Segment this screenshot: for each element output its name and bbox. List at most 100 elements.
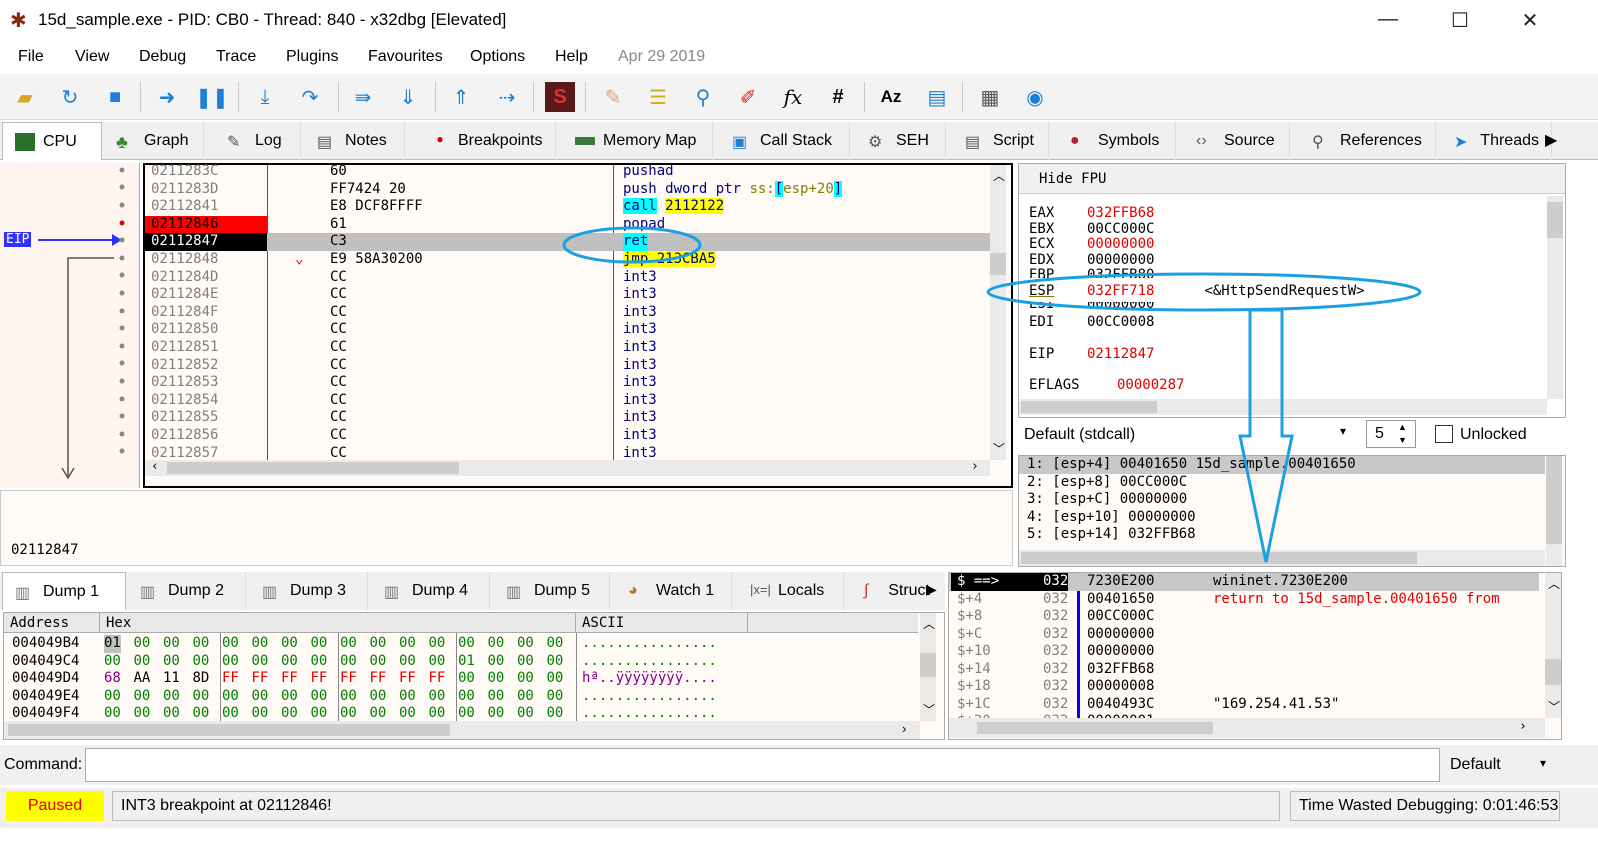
dump-byte[interactable]: 00 [281,653,298,671]
step-over-icon[interactable]: ↷ [295,82,325,112]
dump-byte[interactable]: 00 [547,635,564,653]
dump-byte[interactable]: 00 [163,688,180,706]
tab-dump-2[interactable]: ▥ Dump 2 [128,572,246,610]
dump-byte[interactable]: 00 [163,635,180,653]
hash-icon[interactable]: # [823,82,853,112]
dump-byte[interactable]: 00 [458,705,475,723]
register-eflags[interactable]: EFLAGS 00000287 [1029,378,1184,393]
tab-threads[interactable]: ➤ Threads [1442,122,1552,160]
tab-breakpoints[interactable]: ● Breakpoints [418,122,556,160]
dump-vscroll[interactable]: ︿ ﹀ [920,613,936,721]
stack-view[interactable]: $ ==> 032 7230E200 wininet.7230E200 $+4 032 00… [948,572,1562,740]
tab-notes[interactable]: ▤ Notes [305,122,405,160]
dump-byte[interactable]: FF [340,670,357,688]
run-to-user-code-icon[interactable]: ⇢ [492,82,522,112]
dump-byte[interactable]: 00 [311,688,328,706]
dump-byte[interactable]: FF [399,670,416,688]
disasm-row[interactable]: 02112855 CC int3 [145,409,990,427]
tab-dump-4[interactable]: ▥ Dump 4 [372,572,490,610]
dump-byte[interactable]: 00 [517,670,534,688]
dump-byte[interactable]: 11 [163,670,180,688]
dump-row-ascii[interactable]: ................ [582,688,717,706]
arg-row[interactable]: 2: [esp+8] 00CC000C [1027,474,1187,492]
dump-byte[interactable]: 00 [429,705,446,723]
menu-options[interactable]: Options [470,48,525,66]
dump-row-ascii[interactable]: hª..ÿÿÿÿÿÿÿÿ.... [582,670,717,688]
dump-byte[interactable]: 00 [340,653,357,671]
stack-row[interactable]: $ ==> 032 7230E200 wininet.7230E200 [949,573,1539,591]
dump-byte[interactable]: 00 [488,705,505,723]
stack-row[interactable]: $+14 032 032FFB68 [949,661,1539,679]
dump-byte[interactable]: FF [222,670,239,688]
menu-view[interactable]: View [75,48,109,66]
disasm-row[interactable]: 02112852 CC int3 [145,357,990,375]
register-eax[interactable]: EAX 032FFB68 [1029,206,1154,221]
disasm-row[interactable]: 02112853 CC int3 [145,374,990,392]
dump-tabs-scroll-icon[interactable]: ▶ [926,581,937,598]
disasm-row[interactable]: 0211283C 60 pushad [145,163,990,181]
close-button[interactable]: ✕ [1510,8,1550,33]
script-icon[interactable]: ▤ [922,82,952,112]
calculator-icon[interactable]: ▦ [975,82,1005,112]
register-eip[interactable]: EIP 02112847 [1029,347,1154,362]
disassembly-view[interactable]: 0211283C 60 pushad 0211283D FF7424 20 push d… [143,163,1013,488]
execute-till-return-icon[interactable]: ⇑ [446,82,476,112]
tab-watch-1[interactable]: ◕ Watch 1 [616,572,732,610]
dump-byte[interactable]: 00 [458,688,475,706]
dump-row-ascii[interactable]: ................ [582,635,717,653]
dump-byte[interactable]: 00 [429,688,446,706]
tab-dump-1[interactable]: ▥ Dump 1 [2,572,126,610]
menu-favourites[interactable]: Favourites [368,48,443,66]
restart-icon[interactable]: ↻ [55,82,85,112]
dump-byte[interactable]: 00 [547,688,564,706]
tab-source[interactable]: ‹› Source [1184,122,1290,160]
disasm-hscroll[interactable]: ‹ › [145,459,990,476]
tab-seh[interactable]: ⚙ SEH [856,122,946,160]
command-mode-select[interactable]: Default [1450,756,1501,774]
arg-row[interactable]: 3: [esp+C] 00000000 [1027,491,1187,509]
dump-byte[interactable]: 00 [252,705,269,723]
register-ebx[interactable]: EBX 00CC000C [1029,221,1154,237]
dump-byte[interactable]: 00 [281,688,298,706]
disasm-row[interactable]: 02112854 CC int3 [145,392,990,410]
menu-file[interactable]: File [18,48,44,66]
dump-byte[interactable]: 00 [547,705,564,723]
dump-byte[interactable]: 00 [547,653,564,671]
disasm-row[interactable]: 0211284D CC int3 [145,269,990,287]
scylla-icon[interactable]: S [545,82,575,112]
dump-byte[interactable]: 00 [134,653,151,671]
tabs-scroll-right-icon[interactable]: ▶ [1545,130,1557,150]
dump-byte[interactable]: 00 [458,635,475,653]
dump-byte[interactable]: 00 [340,705,357,723]
comment-icon[interactable]: ☰ [643,82,673,112]
register-edx[interactable]: EDX 00000000 [1029,252,1154,268]
dump-byte[interactable]: 00 [222,653,239,671]
tab-graph[interactable]: ♣ Graph [104,122,204,160]
trace-into-icon[interactable]: ⇛ [348,82,378,112]
dump-byte[interactable]: 00 [252,635,269,653]
dump-byte[interactable]: 00 [458,670,475,688]
function-icon[interactable]: fx [778,82,808,112]
dump-byte[interactable]: 00 [488,688,505,706]
tab-cpu[interactable]: CPU [2,122,102,160]
dump-byte[interactable]: 00 [252,653,269,671]
disasm-row[interactable]: 02112850 CC int3 [145,321,990,339]
dump-byte[interactable]: 00 [222,688,239,706]
dump-byte[interactable]: 00 [370,653,387,671]
pause-icon[interactable]: ❚❚ [195,82,229,112]
dump-byte[interactable]: 00 [163,653,180,671]
trace-over-icon[interactable]: ⇓ [393,82,423,112]
dump-byte[interactable]: 00 [281,705,298,723]
run-icon[interactable]: ➜ [152,82,182,112]
dump-row-address[interactable]: 004049E4 [12,688,79,706]
args-vscroll[interactable] [1546,456,1562,566]
tab-script[interactable]: ▤ Script [953,122,1049,160]
dump-hscroll[interactable]: › [4,721,920,739]
dump-row-address[interactable]: 004049D4 [12,670,79,688]
menu-help[interactable]: Help [555,48,588,66]
dump-byte[interactable]: 00 [311,653,328,671]
dump-byte[interactable]: 00 [399,635,416,653]
command-input[interactable] [85,748,1440,782]
callconv-select[interactable]: Default (stdcall) [1024,426,1135,444]
arg-count-stepper[interactable]: 5 [1366,420,1416,448]
